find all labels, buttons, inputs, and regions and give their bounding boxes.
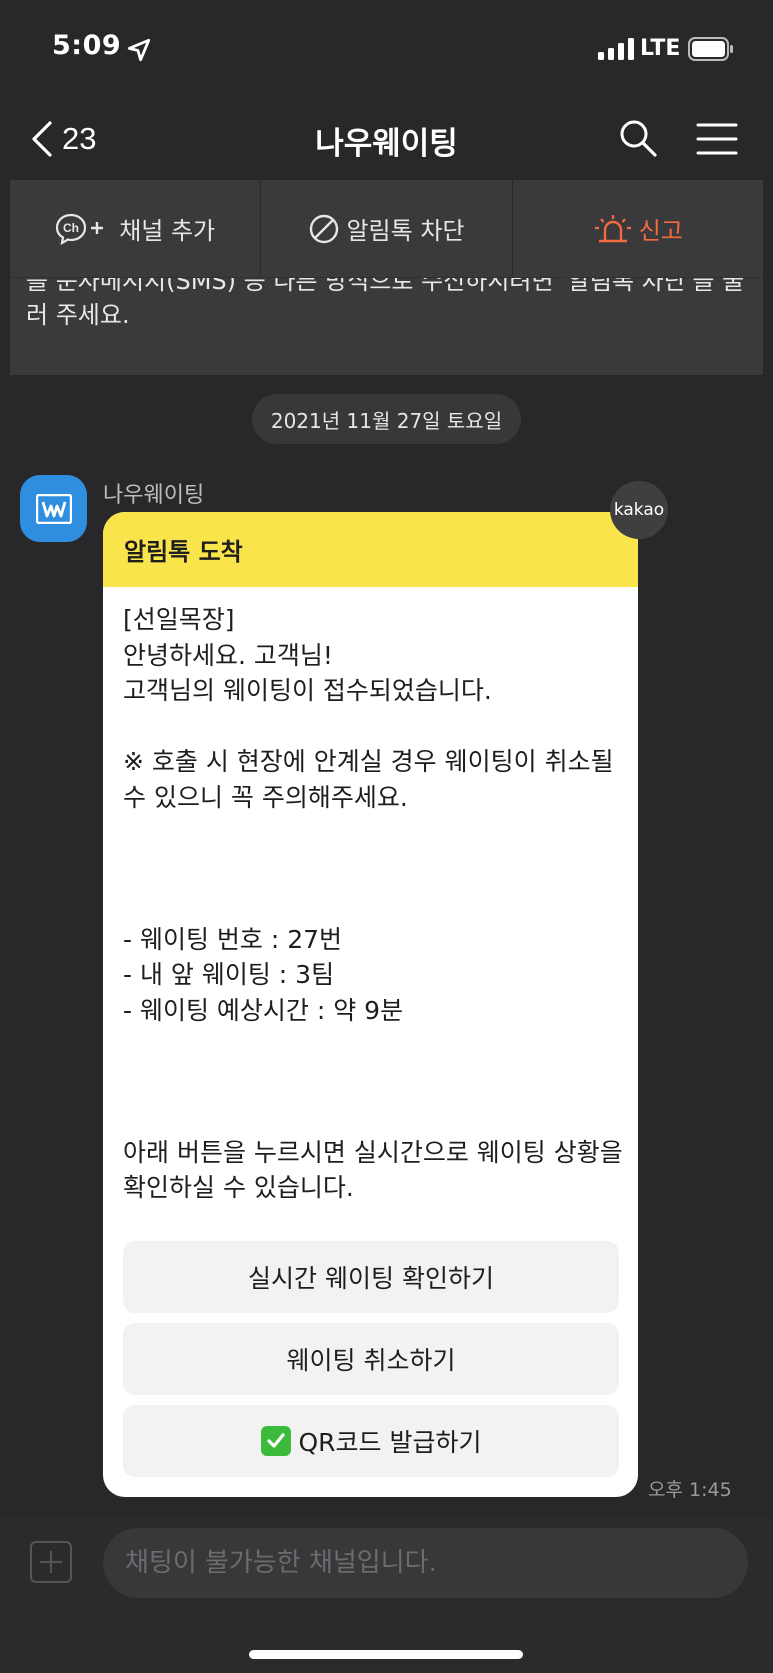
attach-button[interactable] — [30, 1541, 72, 1583]
check-mark-icon — [260, 1426, 291, 1456]
block-alimtalk-button[interactable]: 알림톡 차단 — [261, 180, 513, 277]
report-button[interactable]: 신고 — [513, 180, 763, 277]
search-icon[interactable] — [618, 118, 658, 158]
channel-action-bar: Ch 채널 추가 알림톡 차단 신고 — [10, 180, 763, 278]
add-channel-button[interactable]: Ch 채널 추가 — [10, 180, 262, 277]
menu-icon[interactable] — [696, 122, 738, 156]
cancel-waiting-button[interactable]: 웨이팅 취소하기 — [123, 1323, 619, 1395]
location-arrow-icon — [127, 38, 151, 62]
channel-logo-icon — [35, 493, 72, 524]
siren-icon — [594, 214, 631, 242]
battery-icon — [688, 37, 733, 61]
chat-input[interactable] — [103, 1528, 748, 1598]
input-bar — [0, 1518, 773, 1673]
realtime-waiting-label: 실시간 웨이팅 확인하기 — [248, 1264, 494, 1293]
chat-header: 23 나우웨이팅 — [0, 100, 773, 180]
network-label: LTE — [640, 36, 681, 61]
cancel-waiting-label: 웨이팅 취소하기 — [286, 1346, 456, 1375]
qr-code-button[interactable]: QR코드 발급하기 — [123, 1405, 619, 1477]
signal-icon — [598, 38, 634, 60]
message-header: 알림톡 도착 — [103, 512, 638, 587]
sender-name: 나우웨이팅 — [103, 483, 205, 508]
date-divider: 2021년 11월 27일 토요일 — [252, 394, 521, 444]
add-channel-label: 채널 추가 — [119, 217, 216, 245]
block-icon — [310, 214, 339, 243]
report-label: 신고 — [638, 217, 683, 245]
message-time: 오후 1:45 — [648, 1479, 732, 1501]
status-time: 5:09 — [52, 30, 122, 61]
status-bar: 5:09 LTE — [0, 0, 773, 100]
home-indicator — [249, 1650, 523, 1659]
svg-text:Ch: Ch — [63, 221, 79, 235]
avatar[interactable] — [20, 475, 87, 542]
block-alimtalk-label: 알림톡 차단 — [346, 217, 465, 245]
message-body: [선일목장] 안녕하세요. 고객님! 고객님의 웨이팅이 접수되었습니다. ※ … — [123, 605, 623, 1202]
realtime-waiting-button[interactable]: 실시간 웨이팅 확인하기 — [123, 1241, 619, 1313]
qr-code-label: QR코드 발급하기 — [298, 1428, 482, 1457]
kakao-badge: kakao — [610, 481, 668, 539]
channel-info-panel: Ch 채널 추가 알림톡 차단 신고 를 문자메시지(SMS) 등 다른 방식으… — [10, 180, 763, 375]
channel-add-icon: Ch — [56, 213, 104, 245]
alimtalk-message-bubble: 알림톡 도착 [선일목장] 안녕하세요. 고객님! 고객님의 웨이팅이 접수되었… — [103, 512, 638, 1497]
